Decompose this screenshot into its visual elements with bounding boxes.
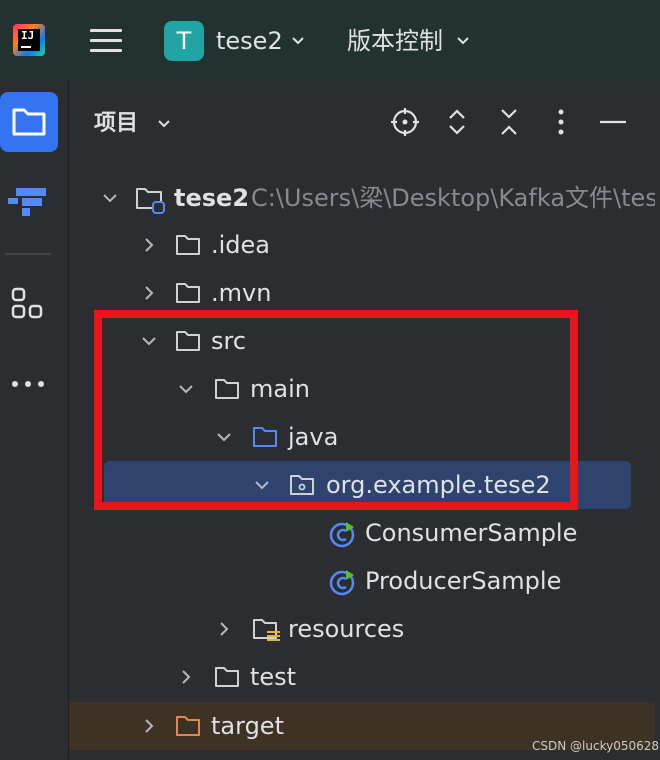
project-path: C:\Users\梁\Desktop\Kafka文件\tese [251, 184, 660, 212]
chevron-right-icon[interactable] [178, 669, 194, 685]
chevron-down-icon[interactable] [102, 190, 118, 206]
structure-tool-button[interactable] [6, 184, 52, 220]
chevron-down-icon[interactable] [216, 429, 232, 445]
excluded-folder-icon [176, 716, 200, 736]
chevron-right-icon[interactable] [141, 718, 157, 734]
tree-label: tese2 [174, 184, 250, 212]
folder-icon [176, 331, 200, 351]
package-icon [290, 475, 314, 495]
toolbar-separator [5, 253, 51, 255]
collapse-all-icon[interactable] [493, 106, 525, 138]
tree-row-consumersample[interactable]: ConsumerSample [69, 509, 660, 557]
chevron-right-icon[interactable] [141, 285, 157, 301]
structure-icon [8, 188, 46, 216]
minimize-icon[interactable] [597, 106, 629, 138]
module-folder-icon [136, 188, 165, 214]
chevron-down-icon[interactable] [156, 116, 172, 132]
tree-row-idea[interactable]: .idea [69, 221, 660, 269]
tree-label: ConsumerSample [365, 519, 578, 547]
logo-text: IJ [21, 29, 35, 42]
chevron-right-icon[interactable] [216, 621, 232, 637]
chevron-down-icon[interactable] [141, 333, 157, 349]
vcs-menu[interactable]: 版本控制 [347, 25, 443, 57]
more-tools-button[interactable] [8, 374, 48, 394]
watermark: CSDN @lucky050628 [532, 739, 659, 753]
java-class-icon [329, 570, 355, 596]
tree-row-mvn[interactable]: .mvn [69, 269, 660, 317]
tree-row-producersample[interactable]: ProducerSample [69, 557, 660, 605]
tree-row-tese2[interactable]: tese2 C:\Users\梁\Desktop\Kafka文件\tese [69, 174, 660, 222]
tree-row-main[interactable]: main [69, 365, 660, 413]
tree-label: src [211, 327, 247, 355]
more-dots-icon [12, 381, 44, 387]
chevron-down-icon[interactable] [254, 477, 270, 493]
intellij-logo[interactable]: IJ [13, 24, 45, 56]
folder-icon [176, 235, 200, 255]
tree-row-test[interactable]: test [69, 653, 660, 701]
main-menu-hamburger-icon[interactable] [90, 26, 122, 54]
chevron-down-icon[interactable] [455, 33, 471, 49]
tree-row-java[interactable]: java [69, 413, 660, 461]
plugins-grid-icon [11, 287, 43, 319]
tree-row-resources[interactable]: resources [69, 605, 660, 653]
project-badge[interactable]: T [164, 21, 204, 61]
folder-icon [215, 379, 239, 399]
locate-icon[interactable] [389, 106, 421, 138]
tree-label: test [250, 663, 297, 691]
title-bar: IJ T tese2 版本控制 [0, 0, 660, 80]
folder-icon [176, 283, 200, 303]
project-tool-button[interactable] [0, 92, 58, 152]
tree-label: org.example.tese2 [326, 471, 551, 499]
plugins-tool-button[interactable] [10, 286, 46, 322]
tree-label: ProducerSample [365, 567, 562, 595]
resources-folder-icon [253, 619, 280, 641]
folder-icon [215, 667, 239, 687]
tree-row-src[interactable]: src [69, 317, 660, 365]
tree-label: .idea [211, 231, 271, 259]
java-class-icon [329, 522, 355, 548]
tree-label: target [211, 712, 284, 740]
chevron-down-icon[interactable] [290, 33, 306, 49]
tree-label: resources [288, 615, 405, 643]
folder-icon [12, 108, 46, 136]
panel-title[interactable]: 项目 [94, 109, 138, 139]
project-name[interactable]: tese2 [216, 25, 283, 57]
more-options-icon[interactable] [545, 106, 577, 138]
tree-label: java [288, 423, 339, 451]
chevron-down-icon[interactable] [178, 381, 194, 397]
scroll-gutter [655, 160, 660, 760]
source-folder-icon [253, 427, 277, 447]
tree-label: main [250, 375, 310, 403]
tree-label: .mvn [211, 279, 272, 307]
expand-all-icon[interactable] [441, 106, 473, 138]
tree-row-package-selected[interactable]: org.example.tese2 [104, 461, 631, 509]
tool-window-bar [0, 80, 69, 760]
chevron-right-icon[interactable] [141, 237, 157, 253]
